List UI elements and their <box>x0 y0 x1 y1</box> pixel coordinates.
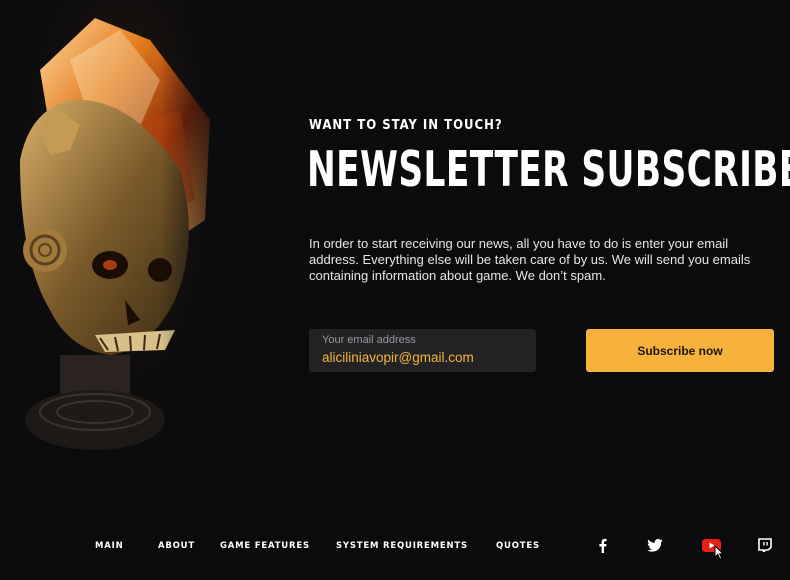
newsletter-description: In order to start receiving our news, al… <box>309 236 751 283</box>
hero-skull-artwork <box>0 0 230 480</box>
nav-link-quotes[interactable]: QUOTES <box>496 541 540 551</box>
footer-nav: MAIN ABOUT GAME FEATURES SYSTEM REQUIREM… <box>0 541 790 553</box>
nav-link-about[interactable]: ABOUT <box>158 541 195 551</box>
facebook-icon[interactable] <box>594 536 610 554</box>
newsletter-title: NEWSLETTER SUBSCRIBE <box>307 141 790 198</box>
nav-link-game-features[interactable]: GAME FEATURES <box>220 541 310 551</box>
email-field[interactable]: Your email address <box>309 329 536 372</box>
twitter-icon[interactable] <box>646 536 664 554</box>
subscribe-button[interactable]: Subscribe now <box>586 329 774 372</box>
mouse-cursor-icon <box>714 545 724 560</box>
twitch-icon[interactable] <box>757 536 773 554</box>
email-field-label: Your email address <box>322 334 416 346</box>
nav-link-system-requirements[interactable]: SYSTEM REQUIREMENTS <box>336 541 468 551</box>
newsletter-eyebrow: WANT TO STAY IN TOUCH? <box>309 118 503 133</box>
nav-link-main[interactable]: MAIN <box>95 541 124 551</box>
email-input[interactable] <box>322 348 527 366</box>
